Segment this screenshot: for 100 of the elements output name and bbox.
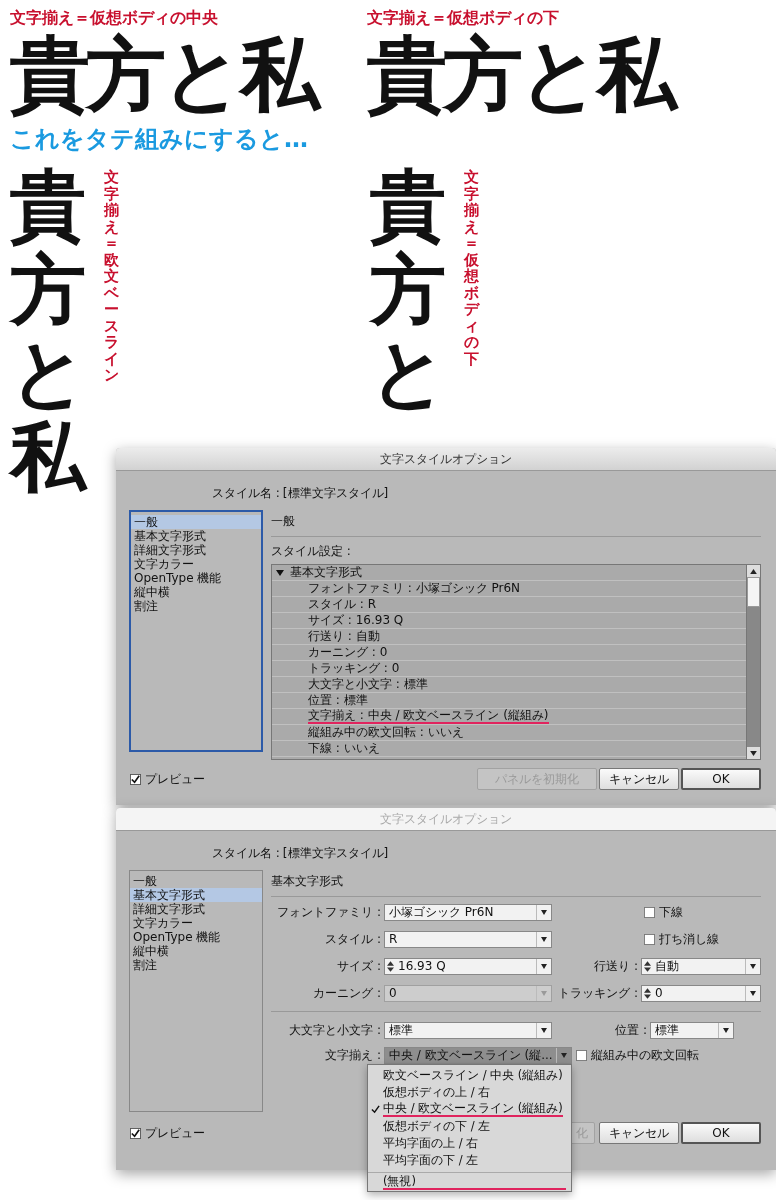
dropdown-field[interactable]: 中央 / 欧文ベースライン (縦... (384, 1046, 572, 1064)
vertical-sample-text: 貴方と私 (10, 165, 86, 500)
setting-entry: スタイル : R (308, 597, 376, 612)
dialog-button[interactable]: キャンセル (599, 768, 679, 790)
scrollbar[interactable] (746, 565, 760, 759)
dialog-button[interactable]: OK (681, 768, 761, 790)
category-item[interactable]: 割注 (130, 958, 262, 972)
checkbox[interactable] (644, 906, 655, 918)
window-title: 文字スタイルオプション (380, 450, 512, 468)
vertical-sample-text: 貴方と (370, 165, 446, 416)
field-label: 行送り : (593, 957, 639, 975)
category-item[interactable]: 詳細文字形式 (131, 543, 261, 557)
sample-caption: 文字揃え＝仮想ボディの下 (367, 8, 560, 28)
style-name-value: [標準文字スタイル] (282, 845, 389, 862)
scroll-up-icon[interactable] (750, 568, 757, 574)
style-name-value: [標準文字スタイル] (282, 485, 389, 502)
category-item[interactable]: 文字カラー (131, 557, 261, 571)
field-label: サイズ : (336, 957, 382, 975)
vertical-sample-caption: 文字揃え＝欧文ベースライン (104, 169, 119, 384)
setting-entry: 行送り : 自動 (308, 629, 380, 644)
setting-entry: フォントファミリ : 小塚ゴシック Pr6N (308, 581, 521, 596)
field-label: 位置 : (614, 1021, 648, 1039)
dropdown-field[interactable]: 標準 (384, 1021, 552, 1039)
category-item[interactable]: 詳細文字形式 (130, 902, 262, 916)
stepper-icon[interactable] (387, 959, 394, 973)
category-item[interactable]: 縦中横 (131, 585, 261, 599)
sample-text: 貴方と私 (10, 29, 367, 121)
tree-row[interactable]: 縦組み中の欧文回転 : いいえ (272, 725, 746, 741)
checkbox-label: 下線 (659, 903, 683, 921)
stepper-icon[interactable] (644, 986, 651, 1000)
checkmark-icon (371, 1105, 380, 1114)
sample-caption: 文字揃え＝仮想ボディの中央 (10, 8, 219, 28)
dropdown-field[interactable]: R (384, 930, 552, 948)
vertical-sample-caption: 文字揃え＝仮想ボディの下 (464, 169, 479, 367)
tree-row[interactable]: カーニング : 0 (272, 645, 746, 661)
tree-row[interactable]: フォントファミリ : 小塚ゴシック Pr6N (272, 581, 746, 597)
checkbox[interactable] (644, 933, 655, 945)
field-label: スタイル : (324, 930, 382, 948)
dropdown-field[interactable]: 自動 (641, 957, 761, 975)
preview-checkbox[interactable] (130, 1127, 141, 1139)
style-name-label: スタイル名 : (212, 485, 280, 502)
tree-group-label: 基本文字形式 (290, 565, 362, 580)
checkbox[interactable] (575, 1049, 587, 1061)
tree-row[interactable]: 基本文字形式 (272, 565, 746, 581)
category-item[interactable]: 文字カラー (130, 916, 262, 930)
setting-entry: トラッキング : 0 (308, 661, 400, 676)
category-item[interactable]: OpenType 機能 (130, 930, 262, 944)
scroll-down-icon[interactable] (750, 750, 757, 756)
category-item[interactable]: 基本文字形式 (130, 888, 262, 902)
dropdown-field[interactable]: 0 (641, 984, 761, 1002)
sample-text: 貴方と私 (367, 29, 776, 121)
category-item[interactable]: 割注 (131, 599, 261, 613)
category-item[interactable]: 基本文字形式 (131, 529, 261, 543)
tree-row[interactable]: 下線 : いいえ (272, 741, 746, 757)
window-title: 文字スタイルオプション (380, 810, 512, 828)
setting-entry: 縦組み中の欧文回転 : いいえ (308, 725, 464, 740)
dropdown-field[interactable]: 標準 (650, 1021, 734, 1039)
setting-entry: 大文字と小文字 : 標準 (308, 677, 428, 692)
category-item[interactable]: 一般 (130, 874, 262, 888)
setting-entry: カーニング : 0 (308, 645, 388, 660)
stepper-icon[interactable] (644, 959, 651, 973)
heading: これをタテ組みにすると… (9, 124, 309, 155)
field-label: 大文字と小文字 : (288, 1021, 382, 1039)
category-item[interactable]: 一般 (131, 515, 261, 529)
field-label: フォントファミリ : (276, 903, 382, 921)
menu-item[interactable]: (無視) (368, 1174, 571, 1191)
menu-item[interactable]: 仮想ボディの上 / 右 (368, 1084, 571, 1101)
dialog-button[interactable]: キャンセル (599, 1122, 679, 1144)
tree-row[interactable]: スタイル : R (272, 597, 746, 613)
setting-entry: 文字揃え : 中央 / 欧文ベースライン (縦組み) (308, 709, 549, 724)
section-title: 一般 (271, 513, 296, 530)
category-item[interactable]: 縦中横 (130, 944, 262, 958)
checkbox-label: 打ち消し線 (659, 930, 719, 948)
style-name-label: スタイル名 : (212, 845, 280, 862)
menu-item[interactable]: 欧文ベースライン / 中央 (縦組み) (368, 1067, 571, 1084)
category-item[interactable]: OpenType 機能 (131, 571, 261, 585)
section-title: 基本文字形式 (271, 873, 344, 890)
tree-row[interactable]: 文字揃え : 中央 / 欧文ベースライン (縦組み) (272, 709, 746, 725)
checkbox-label: 縦組み中の欧文回転 (590, 1046, 699, 1064)
tree-row[interactable]: 位置 : 標準 (272, 693, 746, 709)
dialog-button[interactable]: OK (681, 1122, 761, 1144)
dropdown-field[interactable]: 小塚ゴシック Pr6N (384, 903, 552, 921)
disclosure-triangle-icon[interactable] (276, 568, 284, 577)
field-label: 文字揃え : (324, 1046, 382, 1064)
setting-entry: サイズ : 16.93 Q (308, 613, 404, 628)
field-label: カーニング : (312, 984, 382, 1002)
preview-label: プレビュー (145, 770, 205, 788)
preview-checkbox[interactable] (130, 773, 141, 785)
tree-row[interactable]: 行送り : 自動 (272, 629, 746, 645)
setting-entry: 位置 : 標準 (308, 693, 368, 708)
dropdown-field[interactable]: 16.93 Q (384, 957, 552, 975)
tree-row[interactable]: 大文字と小文字 : 標準 (272, 677, 746, 693)
tree-row[interactable]: サイズ : 16.93 Q (272, 613, 746, 629)
menu-item[interactable]: 中央 / 欧文ベースライン (縦組み) (368, 1101, 571, 1118)
tree-row[interactable]: トラッキング : 0 (272, 661, 746, 677)
preview-label: プレビュー (145, 1124, 205, 1142)
settings-label: スタイル設定 : (271, 543, 352, 560)
setting-entry: 下線 : いいえ (308, 741, 380, 756)
scrollbar-thumb[interactable] (747, 577, 760, 607)
menu-item[interactable]: 平均字面の下 / 左 (368, 1152, 571, 1169)
